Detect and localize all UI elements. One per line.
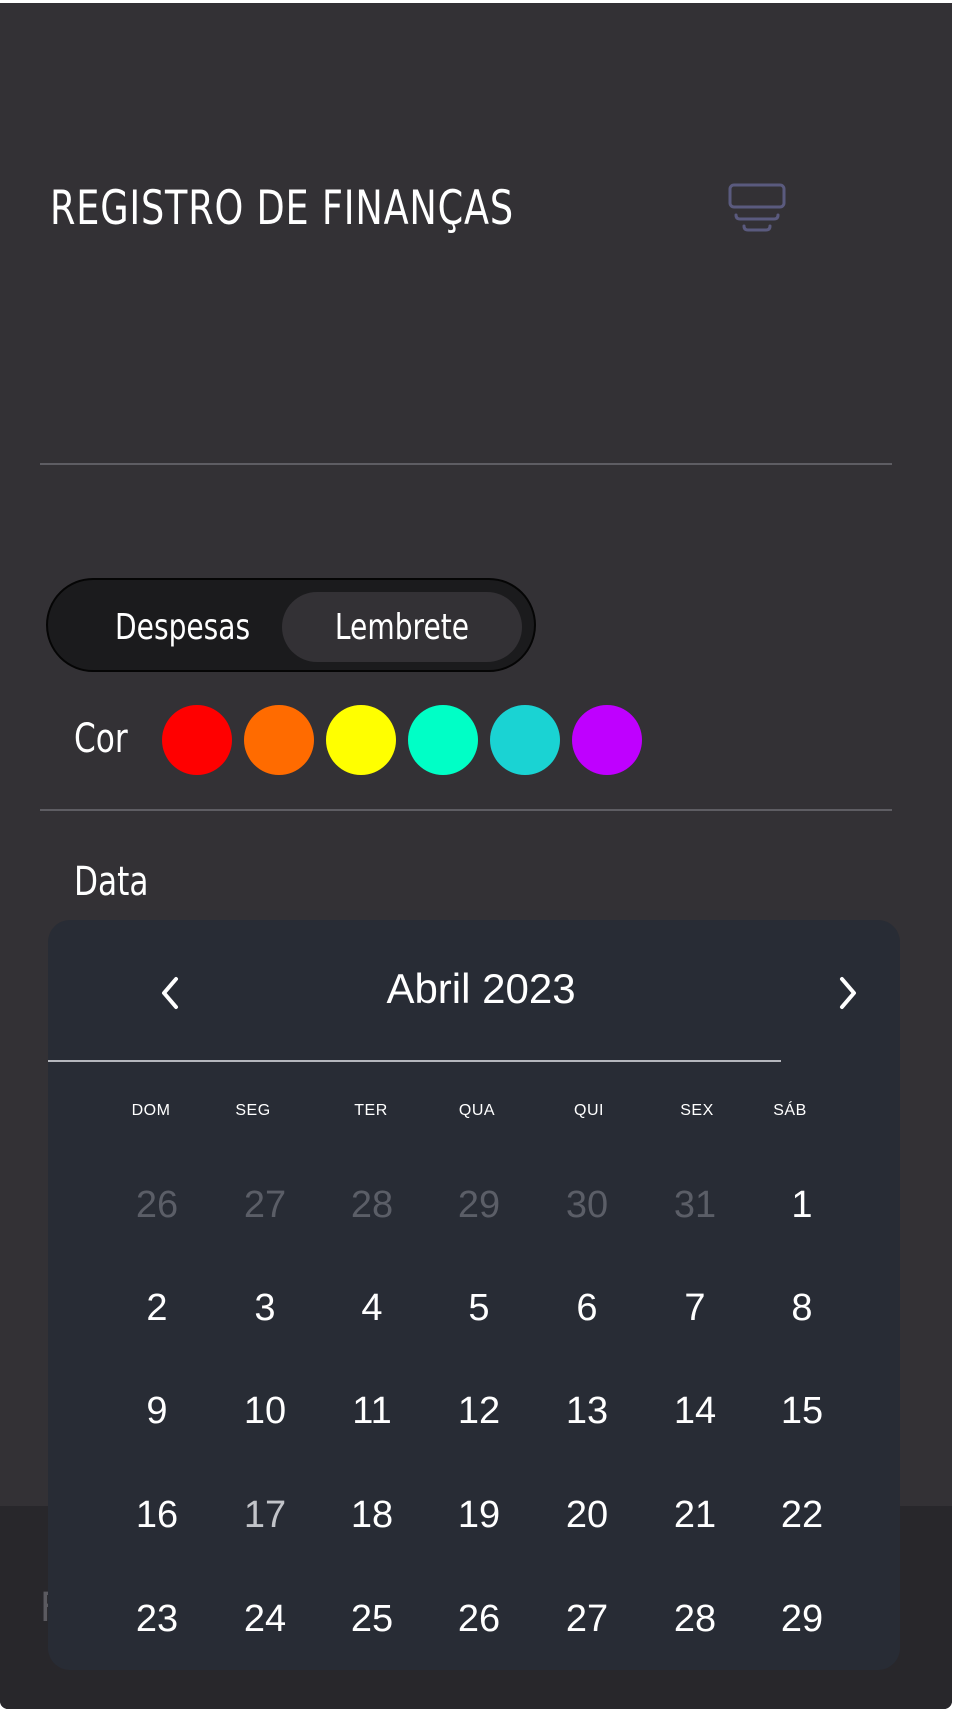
calendar-day[interactable]: 4 xyxy=(327,1273,417,1343)
weekday-label: QUI xyxy=(574,1102,604,1119)
calendar-day[interactable]: 18 xyxy=(327,1480,417,1550)
divider-top xyxy=(40,463,892,465)
calendar-day[interactable]: 22 xyxy=(757,1480,847,1550)
menu-icon[interactable] xyxy=(728,183,786,235)
weekday-label: SÁB xyxy=(773,1102,807,1119)
calendar-day[interactable]: 15 xyxy=(757,1376,847,1446)
calendar-day[interactable]: 25 xyxy=(327,1584,417,1654)
calendar-day[interactable]: 28 xyxy=(650,1584,740,1654)
calendar-day[interactable]: 30 xyxy=(542,1170,632,1240)
chevron-right-icon[interactable] xyxy=(818,963,878,1023)
weekday-label: TER xyxy=(354,1102,388,1119)
calendar-day[interactable]: 31 xyxy=(650,1170,740,1240)
color-swatch[interactable] xyxy=(572,705,642,775)
calendar-day[interactable]: 10 xyxy=(220,1376,310,1446)
color-swatch[interactable] xyxy=(408,705,478,775)
calendar-day[interactable]: 28 xyxy=(327,1170,417,1240)
calendar-day[interactable]: 21 xyxy=(650,1480,740,1550)
calendar-day[interactable]: 8 xyxy=(757,1273,847,1343)
calendar-day[interactable]: 9 xyxy=(112,1376,202,1446)
calendar-day[interactable]: 23 xyxy=(112,1584,202,1654)
color-swatch[interactable] xyxy=(490,705,560,775)
color-swatch[interactable] xyxy=(326,705,396,775)
calendar-day[interactable]: 3 xyxy=(220,1273,310,1343)
calendar-day[interactable]: 11 xyxy=(327,1376,417,1446)
calendar-day[interactable]: 2 xyxy=(112,1273,202,1343)
calendar-day[interactable]: 27 xyxy=(542,1584,632,1654)
divider-middle xyxy=(40,809,892,811)
page-title: REGISTRO DE FINANÇAS xyxy=(50,181,514,236)
date-picker-calendar: Abril 2023 DOM SEG TER QUA QUI SEX SÁB 26 27 28 2… xyxy=(48,920,900,1670)
calendar-day[interactable]: 20 xyxy=(542,1480,632,1550)
calendar-day[interactable]: 29 xyxy=(434,1170,524,1240)
color-label: Cor xyxy=(74,716,128,762)
weekday-label: QUA xyxy=(458,1102,496,1119)
calendar-day[interactable]: 26 xyxy=(112,1170,202,1240)
weekday-label: SEG xyxy=(235,1102,271,1119)
calendar-day[interactable]: 12 xyxy=(434,1376,524,1446)
calendar-day[interactable]: 19 xyxy=(434,1480,524,1550)
calendar-day[interactable]: 24 xyxy=(220,1584,310,1654)
calendar-day[interactable]: 17 xyxy=(220,1480,310,1550)
calendar-day[interactable]: 13 xyxy=(542,1376,632,1446)
calendar-day[interactable]: 14 xyxy=(650,1376,740,1446)
weekday-label: DOM xyxy=(131,1102,171,1119)
calendar-day[interactable]: 16 xyxy=(112,1480,202,1550)
calendar-divider xyxy=(48,1060,781,1062)
toggle-option-lembrete[interactable]: Lembrete xyxy=(282,592,522,662)
color-swatch[interactable] xyxy=(162,705,232,775)
calendar-day[interactable]: 26 xyxy=(434,1584,524,1654)
date-label: Data xyxy=(74,859,149,905)
app-screen: F REGISTRO DE FINANÇAS Despesas Lembrete… xyxy=(0,3,952,1709)
calendar-day[interactable]: 6 xyxy=(542,1273,632,1343)
calendar-day[interactable]: 29 xyxy=(757,1584,847,1654)
calendar-month-title: Abril 2023 xyxy=(386,965,576,1012)
calendar-day[interactable]: 27 xyxy=(220,1170,310,1240)
toggle-option-despesas[interactable]: Despesas xyxy=(68,592,298,662)
color-swatch[interactable] xyxy=(244,705,314,775)
calendar-day[interactable]: 1 xyxy=(757,1170,847,1240)
calendar-day[interactable]: 7 xyxy=(650,1273,740,1343)
type-toggle[interactable]: Despesas Lembrete xyxy=(46,578,536,672)
calendar-day[interactable]: 5 xyxy=(434,1273,524,1343)
weekday-label: SEX xyxy=(680,1102,714,1119)
